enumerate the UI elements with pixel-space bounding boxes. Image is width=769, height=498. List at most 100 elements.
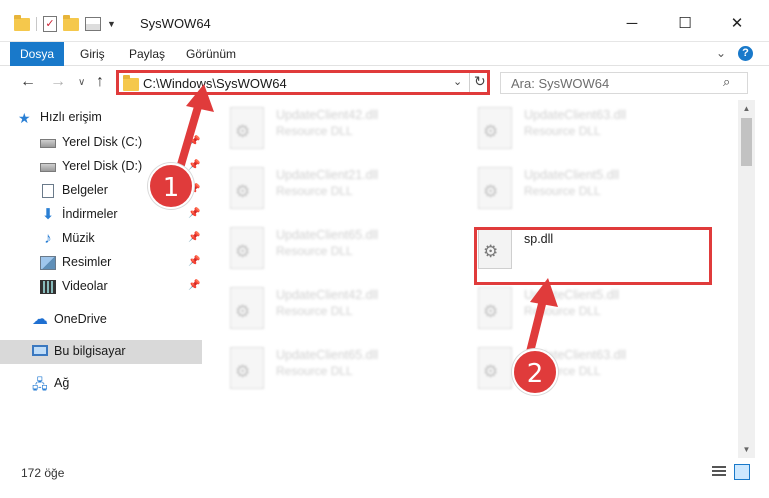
star-icon: ★ (18, 110, 31, 126)
pin-icon[interactable]: 📌 (188, 160, 200, 171)
sidebar-item-label: Resimler (62, 255, 112, 269)
sidebar-item-music[interactable]: ♪ Müzik 📌 (0, 227, 202, 251)
vertical-scrollbar[interactable]: ▲ ▼ (738, 100, 755, 458)
back-arrow-icon[interactable]: ← (20, 73, 36, 91)
gear-icon: ⚙ (235, 362, 251, 381)
search-input[interactable]: Ara: SysWOW64 ⌕ (500, 72, 748, 94)
dll-file-icon: ⚙ (230, 107, 264, 149)
sidebar-item-network[interactable]: 🖧 Ağ (0, 372, 202, 396)
sidebar-item-videos[interactable]: Videolar 📌 (0, 275, 202, 299)
pin-icon[interactable]: 📌 (188, 208, 200, 219)
videos-icon (40, 280, 56, 294)
dll-file-icon: ⚙ (230, 227, 264, 269)
address-bar[interactable]: C:\Windows\SysWOW64 ⌄ ↻ (116, 70, 490, 95)
sidebar-item-label: Yerel Disk (C:) (62, 135, 143, 149)
highlight-box (474, 227, 712, 285)
network-icon: 🖧 (32, 376, 48, 392)
list-item[interactable]: ⚙ UpdateClient63.dll Resource DLL (458, 102, 698, 154)
address-path[interactable]: C:\Windows\SysWOW64 (143, 76, 287, 91)
file-type: Resource DLL (276, 124, 353, 138)
pin-icon[interactable]: 📌 (188, 256, 200, 267)
list-item[interactable]: ⚙ UpdateClient65.dll Resource DLL (210, 222, 450, 274)
list-item[interactable]: ⚙ UpdateClient5.dll Resource DLL (458, 162, 698, 214)
file-type: Resource DLL (276, 364, 353, 378)
properties-check-icon[interactable]: ✓ (43, 16, 57, 32)
recent-locations-icon[interactable]: ∨ (78, 77, 85, 88)
file-name: UpdateClient65.dll (276, 228, 379, 242)
tab-view[interactable]: Görünüm (186, 42, 236, 66)
pin-icon[interactable]: 📌 (188, 232, 200, 243)
gear-icon: ⚙ (235, 242, 251, 261)
folder-icon (123, 75, 139, 91)
tab-home[interactable]: Giriş (80, 42, 105, 66)
status-bar: 172 öğe (0, 458, 769, 498)
minimize-button[interactable]: ─ (609, 8, 655, 40)
close-button[interactable]: ✕ (714, 8, 760, 40)
sidebar-item-pictures[interactable]: Resimler 📌 (0, 251, 202, 275)
sidebar-item-label: Müzik (62, 231, 95, 245)
sidebar-item-local-disk-c[interactable]: Yerel Disk (C:) 📌 (0, 131, 202, 155)
computer-icon (32, 345, 48, 356)
sidebar-item-label: Hızlı erişim (40, 110, 102, 124)
address-divider (469, 73, 470, 92)
gear-icon: ⚙ (483, 182, 499, 201)
file-type: Resource DLL (524, 184, 601, 198)
scrollbar-thumb[interactable] (741, 118, 752, 166)
chevron-down-icon[interactable]: ⌄ (453, 75, 462, 88)
file-name: UpdateClient42.dll (276, 108, 379, 122)
list-item[interactable]: ⚙ UpdateClient21.dll Resource DLL (210, 162, 450, 214)
refresh-icon[interactable]: ↻ (474, 73, 486, 90)
pin-icon[interactable]: 📌 (188, 280, 200, 291)
help-icon[interactable]: ? (738, 46, 753, 61)
list-item[interactable]: ⚙ UpdateClient65.dll Resource DLL (210, 342, 450, 394)
address-row: ← → ∨ ↑ C:\Windows\SysWOW64 ⌄ ↻ Ara: Sys… (0, 66, 769, 100)
file-name: UpdateClient5.dll (524, 168, 620, 182)
file-name: UpdateClient21.dll (276, 168, 379, 182)
cloud-icon: ☁ (32, 311, 48, 328)
search-placeholder: Ara: SysWOW64 (511, 76, 610, 91)
sidebar-item-label: Ağ (54, 376, 70, 390)
file-list: ⚙ UpdateClient42.dll Resource DLL ⚙ Upda… (210, 100, 738, 458)
sidebar-item-label: Belgeler (62, 183, 108, 197)
gear-icon: ⚙ (483, 362, 499, 381)
gear-icon: ⚙ (483, 122, 499, 141)
list-item[interactable]: ⚙ UpdateClient42.dll Resource DLL (210, 282, 450, 334)
tab-share[interactable]: Paylaş (129, 42, 165, 66)
tiles-view-icon[interactable] (734, 464, 750, 480)
forward-arrow-icon[interactable]: → (50, 73, 66, 91)
dll-file-icon: ⚙ (230, 167, 264, 209)
dll-file-icon: ⚙ (478, 167, 512, 209)
navigation-pane: ★ Hızlı erişim Yerel Disk (C:) 📌 Yerel D… (0, 100, 210, 458)
list-item[interactable]: ⚙ UpdateClient5.dll Resource DLL (458, 282, 698, 334)
file-type: Resource DLL (276, 304, 353, 318)
file-type: Resource DLL (276, 184, 353, 198)
up-arrow-icon[interactable]: ↑ (96, 73, 104, 91)
expand-ribbon-icon[interactable]: ⌄ (716, 46, 726, 60)
search-icon[interactable]: ⌕ (723, 74, 730, 90)
new-folder-icon[interactable] (63, 14, 79, 31)
file-name: UpdateClient65.dll (276, 348, 379, 362)
chevron-down-icon[interactable]: ▼ (107, 19, 116, 29)
dll-file-icon: ⚙ (478, 287, 512, 329)
file-type: Resource DLL (524, 124, 601, 138)
sidebar-item-quick-access[interactable]: ★ Hızlı erişim (0, 106, 202, 130)
scroll-down-icon[interactable]: ▼ (738, 441, 755, 458)
list-item[interactable]: ⚙ UpdateClient42.dll Resource DLL (210, 102, 450, 154)
file-name: UpdateClient63.dll (524, 108, 627, 122)
details-view-icon[interactable] (712, 466, 726, 478)
maximize-button[interactable]: ☐ (662, 8, 708, 40)
sidebar-item-this-pc[interactable]: Bu bilgisayar (0, 340, 202, 364)
file-name: UpdateClient42.dll (276, 288, 379, 302)
file-type: Resource DLL (524, 304, 601, 318)
pin-icon[interactable]: 📌 (188, 136, 200, 147)
scroll-up-icon[interactable]: ▲ (738, 100, 755, 117)
gear-icon: ⚙ (235, 122, 251, 141)
drive-icon (40, 139, 56, 148)
gear-icon: ⚙ (483, 302, 499, 321)
sidebar-item-label: Videolar (62, 279, 108, 293)
customize-toolbar-icon[interactable] (85, 17, 101, 31)
sidebar-item-onedrive[interactable]: ☁ OneDrive (0, 308, 202, 332)
sidebar-item-label: OneDrive (54, 312, 107, 326)
dll-file-icon: ⚙ (478, 347, 512, 389)
list-item[interactable]: ⚙ UpdateClient63.dll Resource DLL (458, 342, 698, 394)
